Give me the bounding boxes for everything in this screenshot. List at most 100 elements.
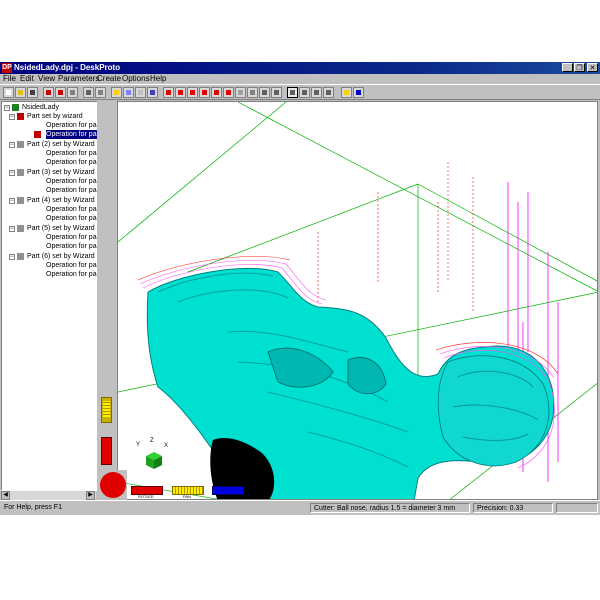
tree-expander[interactable]: − (9, 198, 15, 204)
model-mesh (146, 267, 555, 499)
cube-solid-button[interactable] (175, 87, 186, 98)
preview-icon (98, 90, 103, 95)
tree-part-3[interactable]: Part (3) set by Wizard (27, 168, 95, 177)
tree-operation[interactable]: Operation for part (46, 261, 101, 270)
pan-label: PAN (183, 494, 191, 499)
close-button[interactable]: ✕ (587, 63, 598, 72)
print-button[interactable] (83, 87, 94, 98)
tree-operation[interactable]: Operation for part (46, 121, 101, 130)
pan-icon (290, 90, 295, 95)
tree-operation[interactable]: Operation for part (46, 270, 101, 279)
zoom-button[interactable] (323, 87, 334, 98)
tree-expander[interactable]: − (4, 105, 10, 111)
deskproto-logo-icon[interactable]: DP (2, 63, 12, 73)
status-help-text: For Help, press F1 (4, 504, 62, 511)
save-button[interactable] (27, 87, 38, 98)
menu-view[interactable]: View (38, 74, 55, 84)
3d-viewport[interactable]: Y Z X (117, 101, 598, 500)
tree-operation[interactable]: Operation for part (46, 186, 101, 195)
axis-indicator-icon (146, 452, 162, 469)
cube-top-icon (202, 90, 207, 95)
help-button[interactable] (353, 87, 364, 98)
fit-button[interactable] (259, 87, 270, 98)
tree-operation[interactable]: Operation for part (46, 130, 101, 139)
tree-part-6[interactable]: Part (6) set by Wizard (27, 252, 95, 261)
cube-wire-button[interactable] (187, 87, 198, 98)
tree-expander[interactable]: − (9, 142, 15, 148)
tree-part-2[interactable]: Part (2) set by Wizard (27, 140, 95, 149)
zoom-slider-handle[interactable] (101, 397, 112, 423)
rotate-dial-icon[interactable] (100, 472, 126, 498)
cube-top-button[interactable] (199, 87, 210, 98)
cut-button[interactable] (67, 87, 78, 98)
move-icon (302, 90, 307, 95)
cube-solid-icon (178, 90, 183, 95)
sphere-button[interactable] (235, 87, 246, 98)
rotate-dial[interactable] (97, 470, 127, 500)
axis-x-label: X (164, 443, 169, 449)
scroll-left-button[interactable]: ◀ (1, 491, 10, 500)
tree-part-5[interactable]: Part (5) set by Wizard (27, 224, 95, 233)
tree-operation[interactable]: Operation for part (46, 149, 101, 158)
zoom-label: ZOOM (221, 494, 233, 499)
maximize-button[interactable]: ❐ (574, 63, 585, 72)
tree-operation[interactable]: Operation for part (46, 158, 101, 167)
window-title: NsidedLady.dpj - DeskProto (14, 63, 121, 72)
fit-icon (262, 90, 267, 95)
help-icon (356, 90, 361, 95)
layers-button[interactable] (111, 87, 122, 98)
new-button[interactable] (3, 87, 14, 98)
view-button[interactable] (271, 87, 282, 98)
tree-operation[interactable]: Operation for part (46, 233, 101, 242)
minimize-button[interactable]: _ (562, 63, 573, 72)
preview-button[interactable] (95, 87, 106, 98)
part-icon (17, 169, 24, 176)
tree-expander[interactable]: − (9, 226, 15, 232)
part-button[interactable] (43, 87, 54, 98)
status-cutter: Cutter: Ball nose, radius 1.5 = diameter… (310, 503, 470, 513)
cube-red-button[interactable] (163, 87, 174, 98)
status-extra (556, 503, 598, 513)
scroll-right-button[interactable]: ▶ (86, 491, 95, 500)
menu-options[interactable]: Options (122, 74, 150, 84)
title-bar: DP NsidedLady.dpj - DeskProto _ ❐ ✕ (0, 62, 600, 74)
zoom-icon (326, 90, 331, 95)
table-button[interactable] (135, 87, 146, 98)
menu-create[interactable]: Create (97, 74, 121, 84)
eye-button[interactable] (147, 87, 158, 98)
part-icon (17, 113, 24, 120)
rotate-button[interactable] (247, 87, 258, 98)
operation-icon (34, 131, 41, 138)
tree-part-1[interactable]: Part set by wizard (27, 112, 83, 121)
project-tree[interactable]: − NsidedLady − Part set by wizard Operation … (1, 101, 101, 491)
tree-expander[interactable]: − (9, 170, 15, 176)
cut-icon (70, 90, 75, 95)
grid-button[interactable] (123, 87, 134, 98)
cube-iso-button[interactable] (223, 87, 234, 98)
move-button[interactable] (299, 87, 310, 98)
cube-side-button[interactable] (211, 87, 222, 98)
context-help-button[interactable] (341, 87, 352, 98)
eye-icon (150, 90, 155, 95)
tree-root[interactable]: NsidedLady (22, 103, 59, 112)
tree-operation[interactable]: Operation for part (46, 242, 101, 251)
pan-button[interactable] (287, 87, 298, 98)
delete-button[interactable] (55, 87, 66, 98)
tree-part-4[interactable]: Part (4) set by Wizard (27, 196, 95, 205)
status-precision: Precision: 0.33 (473, 503, 553, 513)
rotate-slider-handle[interactable] (101, 437, 112, 465)
zoom-in-button[interactable] (311, 87, 322, 98)
tree-operation[interactable]: Operation for part (46, 205, 101, 214)
tree-expander[interactable]: − (9, 114, 15, 120)
open-button[interactable] (15, 87, 26, 98)
tree-operation[interactable]: Operation for part (46, 177, 101, 186)
cube-wire-icon (190, 90, 195, 95)
tree-operation[interactable]: Operation for part (46, 214, 101, 223)
tree-expander[interactable]: − (9, 254, 15, 260)
menu-parameters[interactable]: Parameters (58, 74, 99, 84)
menu-help[interactable]: Help (150, 74, 166, 84)
menu-edit[interactable]: Edit (20, 74, 34, 84)
layers-icon (114, 90, 119, 95)
menu-file[interactable]: File (3, 74, 16, 84)
cube-side-icon (214, 90, 219, 95)
